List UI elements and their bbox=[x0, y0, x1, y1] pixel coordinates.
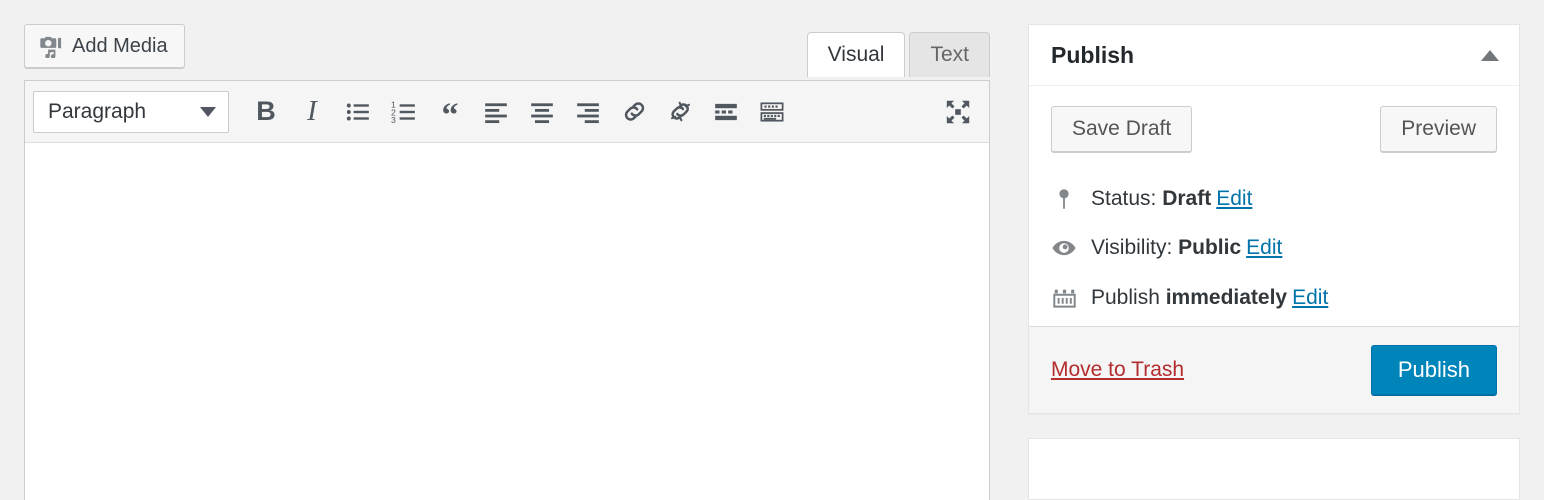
editor-mode-tabs: Visual Text bbox=[807, 28, 990, 76]
align-center-button[interactable] bbox=[519, 89, 565, 135]
bold-icon: B bbox=[256, 98, 276, 125]
eye-icon bbox=[1051, 235, 1077, 261]
tab-text[interactable]: Text bbox=[909, 32, 990, 77]
schedule-text: Publish immediatelyEdit bbox=[1091, 284, 1328, 311]
bulleted-list-button[interactable] bbox=[335, 89, 381, 135]
svg-text:3: 3 bbox=[391, 114, 396, 124]
tab-visual[interactable]: Visual bbox=[807, 32, 906, 77]
next-sidebar-panel[interactable] bbox=[1028, 438, 1520, 500]
publish-button[interactable]: Publish bbox=[1371, 345, 1497, 395]
numbered-list-button[interactable]: 1 2 3 bbox=[381, 89, 427, 135]
schedule-value: immediately bbox=[1166, 286, 1287, 309]
bulleted-list-icon bbox=[345, 99, 371, 125]
major-publishing-actions: Move to Trash Publish bbox=[1029, 326, 1519, 413]
status-text: Status: DraftEdit bbox=[1091, 185, 1252, 212]
schedule-prefix: Publish bbox=[1091, 286, 1166, 309]
wordpress-post-editor: Add Media Visual Text Paragraph B I bbox=[0, 0, 1544, 500]
schedule-edit-link[interactable]: Edit bbox=[1292, 286, 1328, 309]
calendar-icon bbox=[1051, 284, 1077, 310]
blockquote-icon: “ bbox=[442, 99, 459, 133]
editor-box: Paragraph B I bbox=[24, 80, 990, 500]
editor-column: Add Media Visual Text Paragraph B I bbox=[24, 24, 990, 500]
publish-panel-body: Save Draft Preview Status: DraftEdit bbox=[1029, 86, 1519, 326]
read-more-icon bbox=[713, 99, 739, 125]
visibility-text: Visibility: PublicEdit bbox=[1091, 234, 1282, 261]
distraction-free-button[interactable] bbox=[935, 89, 981, 135]
visibility-row: Visibility: PublicEdit bbox=[1051, 223, 1497, 272]
insert-read-more-button[interactable] bbox=[703, 89, 749, 135]
add-media-button[interactable]: Add Media bbox=[24, 24, 185, 68]
chevron-down-icon bbox=[200, 107, 216, 117]
status-row: Status: DraftEdit bbox=[1051, 174, 1497, 223]
bold-button[interactable]: B bbox=[243, 89, 289, 135]
fullscreen-arrows-icon bbox=[944, 98, 972, 126]
publish-panel: Publish Save Draft Preview Status: Draft… bbox=[1028, 24, 1520, 414]
visibility-value: Public bbox=[1178, 236, 1241, 259]
schedule-row: Publish immediatelyEdit bbox=[1051, 273, 1497, 322]
status-value: Draft bbox=[1162, 187, 1211, 210]
preview-button[interactable]: Preview bbox=[1380, 106, 1497, 152]
toolbar-toggle-button[interactable] bbox=[749, 89, 795, 135]
insert-link-button[interactable] bbox=[611, 89, 657, 135]
editor-toolbar: Paragraph B I bbox=[25, 81, 989, 143]
pin-icon bbox=[1051, 186, 1077, 212]
italic-icon: I bbox=[307, 97, 317, 126]
format-select-value: Paragraph bbox=[48, 100, 146, 124]
link-icon bbox=[621, 98, 648, 125]
remove-link-button[interactable] bbox=[657, 89, 703, 135]
move-to-trash-link[interactable]: Move to Trash bbox=[1051, 358, 1184, 382]
italic-button[interactable]: I bbox=[289, 89, 335, 135]
status-edit-link[interactable]: Edit bbox=[1216, 187, 1252, 210]
sidebar: Publish Save Draft Preview Status: Draft… bbox=[1028, 24, 1520, 500]
unlink-icon bbox=[667, 98, 694, 125]
numbered-list-icon: 1 2 3 bbox=[391, 99, 417, 125]
add-media-label: Add Media bbox=[72, 35, 168, 58]
minor-publishing-actions: Save Draft Preview bbox=[1051, 106, 1497, 152]
editor-top-row: Add Media Visual Text bbox=[24, 24, 990, 80]
align-center-icon bbox=[529, 99, 555, 125]
align-left-button[interactable] bbox=[473, 89, 519, 135]
blockquote-button[interactable]: “ bbox=[427, 89, 473, 135]
save-draft-button[interactable]: Save Draft bbox=[1051, 106, 1192, 152]
align-left-icon bbox=[483, 99, 509, 125]
publish-panel-title: Publish bbox=[1051, 42, 1134, 69]
align-right-icon bbox=[575, 99, 601, 125]
keyboard-toolbar-icon bbox=[759, 99, 785, 125]
visibility-prefix: Visibility: bbox=[1091, 236, 1178, 259]
media-camera-note-icon bbox=[39, 34, 63, 58]
post-content-editor[interactable] bbox=[25, 143, 989, 500]
status-prefix: Status: bbox=[1091, 187, 1162, 210]
align-right-button[interactable] bbox=[565, 89, 611, 135]
publish-panel-header[interactable]: Publish bbox=[1029, 25, 1519, 86]
format-select[interactable]: Paragraph bbox=[33, 91, 229, 133]
triangle-up-icon[interactable] bbox=[1481, 50, 1499, 61]
visibility-edit-link[interactable]: Edit bbox=[1246, 236, 1282, 259]
